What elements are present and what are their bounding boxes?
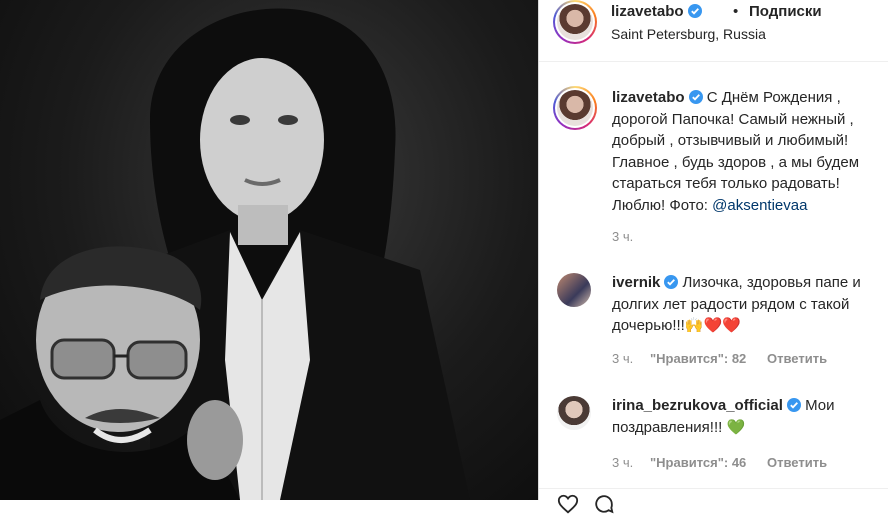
separator-dot: •	[733, 3, 739, 20]
photo-illustration	[0, 8, 470, 500]
post-location[interactable]: Saint Petersburg, Russia	[611, 26, 766, 42]
caption-username[interactable]: lizavetabo	[612, 89, 685, 106]
author-username[interactable]: lizavetabo	[611, 3, 702, 20]
comment-likes[interactable]: "Нравится": 46	[650, 455, 746, 470]
comment-likes[interactable]: "Нравится": 82	[650, 351, 746, 366]
commenter-avatar[interactable]	[557, 273, 591, 307]
heart-icon[interactable]	[557, 493, 579, 515]
comment-username[interactable]: ivernik	[612, 274, 660, 291]
caption-text: lizavetabo С Днём Рождения , дорогой Пап…	[612, 87, 884, 216]
comment-username[interactable]: irina_bezrukova_official	[612, 397, 783, 414]
verified-badge-icon	[688, 90, 703, 104]
comment-text: irina_bezrukova_official Мои поздравлени…	[612, 395, 884, 438]
reply-button[interactable]: Ответить	[767, 455, 827, 470]
comment-time[interactable]: 3 ч.	[612, 455, 633, 470]
verified-badge-icon	[786, 398, 801, 412]
caption-mention[interactable]: @aksentievaa	[712, 197, 807, 214]
action-bar	[539, 488, 888, 514]
caption-author-avatar[interactable]	[553, 86, 597, 130]
post-side-panel: lizavetabo • Подписки Saint Petersburg, …	[538, 0, 888, 514]
verified-badge-icon	[687, 4, 702, 18]
comment-time[interactable]: 3 ч.	[612, 351, 633, 366]
reply-button[interactable]: Ответить	[767, 351, 827, 366]
instagram-post-view: lizavetabo • Подписки Saint Petersburg, …	[0, 0, 888, 514]
commenter-avatar[interactable]	[557, 396, 591, 430]
verified-badge-icon	[664, 275, 679, 289]
caption-time[interactable]: 3 ч.	[612, 229, 633, 244]
post-header: lizavetabo • Подписки Saint Petersburg, …	[539, 0, 888, 62]
following-button[interactable]: Подписки	[749, 3, 822, 20]
caption-body: С Днём Рождения , дорогой Папочка! Самый…	[612, 89, 860, 214]
comment-text: ivernik Лизочка, здоровья папе и долгих …	[612, 272, 884, 337]
author-avatar[interactable]	[553, 0, 597, 44]
post-photo[interactable]	[0, 0, 538, 500]
comment-icon[interactable]	[593, 493, 615, 515]
